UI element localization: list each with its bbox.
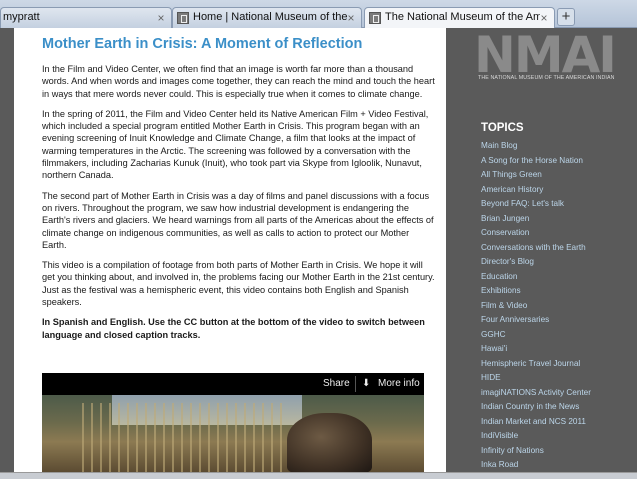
nmai-favicon-icon <box>369 12 381 24</box>
video-player[interactable]: Share ⬇ More info <box>42 373 424 473</box>
article-paragraph: This video is a compilation of footage f… <box>42 260 435 308</box>
topic-link[interactable]: IndiVisible <box>481 429 631 444</box>
topic-link[interactable]: American History <box>481 183 631 198</box>
topic-link[interactable]: Education <box>481 270 631 285</box>
tab-nmai-blog[interactable]: The National Museum of the Americ... × <box>364 7 555 28</box>
video-cornstalks <box>82 403 282 473</box>
article-paragraph: In the spring of 2011, the Film and Vide… <box>42 108 436 182</box>
more-info-button[interactable]: More info <box>378 378 420 389</box>
video-person <box>287 413 372 473</box>
nmai-logo[interactable]: NMAI THE NATIONAL MUSEUM OF THE AMERICAN… <box>474 30 637 90</box>
tab-title: The National Museum of the Americ... <box>385 11 540 23</box>
topic-link[interactable]: Conversations with the Earth <box>481 241 631 256</box>
share-button[interactable]: Share <box>323 378 350 389</box>
blog-article: Mother Earth in Crisis: A Moment of Refl… <box>42 36 436 349</box>
language-note: In Spanish and English. Use the CC butto… <box>42 317 425 340</box>
nmai-favicon-icon <box>177 12 189 24</box>
topic-link[interactable]: Film & Video <box>481 299 631 314</box>
tab-nmai-home[interactable]: Home | National Museum of the Am... × <box>172 7 362 28</box>
topics-list: Main Blog A Song for the Horse Nation Al… <box>481 139 631 473</box>
chevron-down-icon[interactable]: ⬇ <box>362 378 370 389</box>
topics-heading: TOPICS <box>481 122 524 134</box>
logo-letters: NMAI <box>474 26 617 84</box>
topic-link[interactable]: Infinity of Nations <box>481 444 631 459</box>
article-paragraph: In the Film and Video Center, we often f… <box>42 64 435 99</box>
topic-link[interactable]: Main Blog <box>481 139 631 154</box>
divider <box>355 376 356 392</box>
topic-link[interactable]: HIDE <box>481 371 631 386</box>
main-content: Mother Earth in Crisis: A Moment of Refl… <box>14 28 446 473</box>
topic-link[interactable]: Hawai'i <box>481 342 631 357</box>
topic-link[interactable]: Director's Blog <box>481 255 631 270</box>
topic-link[interactable]: Inka Road <box>481 458 631 473</box>
topic-link[interactable]: Hemispheric Travel Journal <box>481 357 631 372</box>
close-icon[interactable]: × <box>345 11 357 25</box>
article-title[interactable]: Mother Earth in Crisis: A Moment of Refl… <box>42 36 436 52</box>
close-icon[interactable]: × <box>538 11 550 25</box>
topic-link[interactable]: Exhibitions <box>481 284 631 299</box>
topic-link[interactable]: Beyond FAQ: Let's talk <box>481 197 631 212</box>
close-icon[interactable]: × <box>155 11 167 25</box>
tab-strip: mypratt × Home | National Museum of the … <box>0 0 637 28</box>
logo-subtitle: THE NATIONAL MUSEUM OF THE AMERICAN INDI… <box>478 75 615 81</box>
topic-link[interactable]: All Things Green <box>481 168 631 183</box>
topic-link[interactable]: Four Anniversaries <box>481 313 631 328</box>
bottom-bar <box>0 472 637 479</box>
paragraph-text: In the spring of 2011, the Film and Vide… <box>42 108 429 181</box>
tab-title: Home | National Museum of the Am... <box>193 11 348 23</box>
topic-link[interactable]: Indian Market and NCS 2011 <box>481 415 631 430</box>
topic-link[interactable]: Brian Jungen <box>481 212 631 227</box>
topic-link[interactable]: imagiNATIONS Activity Center <box>481 386 631 401</box>
article-paragraph: The second part of Mother Earth in Crisi… <box>42 190 434 250</box>
topic-link[interactable]: A Song for the Horse Nation <box>481 154 631 169</box>
topic-link[interactable]: Indian Country in the News <box>481 400 631 415</box>
topic-link[interactable]: GGHC <box>481 328 631 343</box>
tab-title: mypratt <box>3 11 40 23</box>
topic-link[interactable]: Conservation <box>481 226 631 241</box>
new-tab-button[interactable]: + <box>557 8 575 26</box>
tab-mypratt[interactable]: mypratt × <box>0 7 172 28</box>
